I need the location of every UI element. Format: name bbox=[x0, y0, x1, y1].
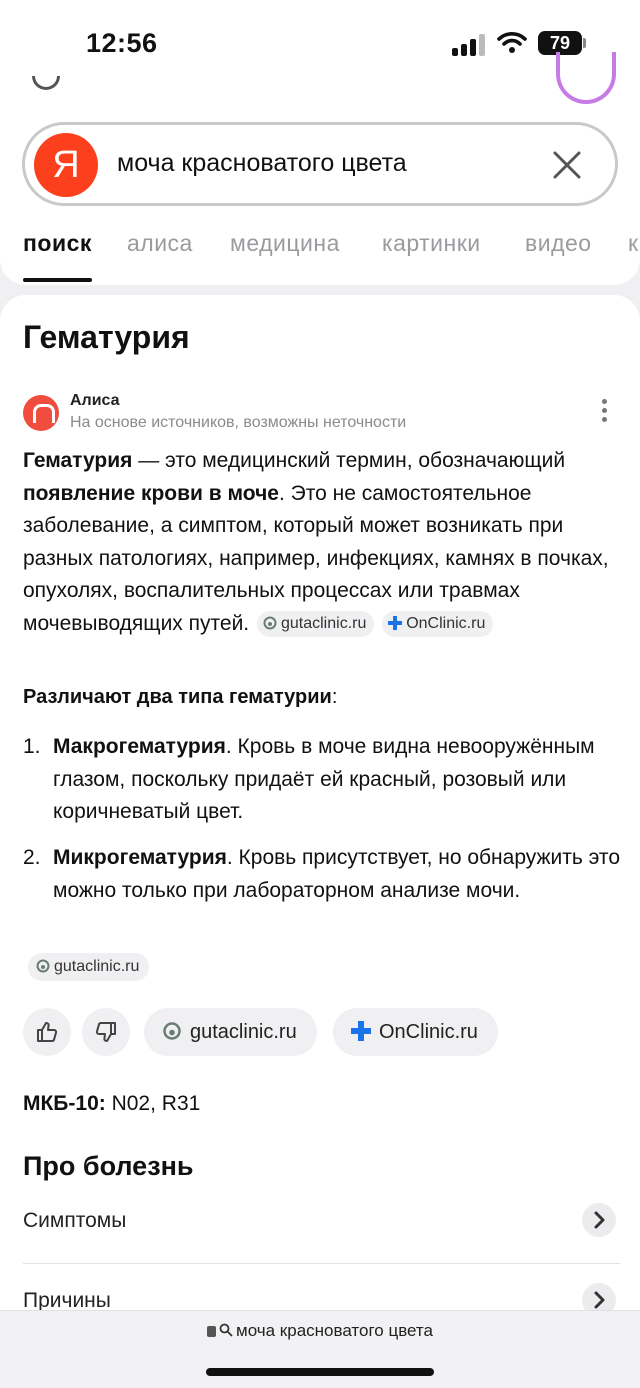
battery-tip bbox=[583, 38, 586, 48]
types-heading: Различают два типа гематурии: bbox=[23, 686, 338, 708]
more-options-icon[interactable] bbox=[600, 399, 608, 425]
thumbs-down-icon bbox=[95, 1022, 116, 1042]
source-chip-onclinic[interactable]: OnClinic.ru bbox=[382, 610, 494, 637]
tab-video[interactable]: видео bbox=[525, 230, 592, 257]
list-term: Макрогематурия bbox=[53, 735, 226, 758]
page-title: Гематурия bbox=[23, 319, 190, 355]
status-bar: 12:56 79 bbox=[0, 0, 640, 90]
search-icon bbox=[219, 1323, 233, 1337]
answer-source-note: На основе источников, возможны неточност… bbox=[70, 414, 407, 431]
yandex-logo-icon[interactable]: Я bbox=[34, 133, 98, 197]
home-indicator[interactable] bbox=[206, 1368, 434, 1376]
status-time: 12:56 bbox=[86, 28, 158, 58]
tab-alisa[interactable]: алиса bbox=[127, 230, 193, 257]
thumbs-up-icon bbox=[37, 1022, 58, 1042]
list-term: Микрогематурия bbox=[53, 846, 227, 869]
avatar[interactable] bbox=[556, 52, 616, 104]
search-query-text[interactable]: моча красноватого цвета bbox=[117, 149, 407, 178]
source-chip-label: gutaclinic.ru bbox=[280, 614, 367, 632]
answer-text-1: — это медицинский термин, обозначающий bbox=[132, 449, 566, 472]
lock-icon bbox=[207, 1326, 216, 1337]
browser-address-bar[interactable]: моча красноватого цвета bbox=[0, 1310, 640, 1388]
feedback-row: gutaclinic.ru OnClinic.ru bbox=[23, 1008, 623, 1056]
address-text[interactable]: моча красноватого цвета bbox=[0, 1321, 640, 1341]
tab-medicine[interactable]: медицина bbox=[230, 230, 340, 257]
section-title: Про болезнь bbox=[23, 1151, 194, 1181]
search-input[interactable]: Я моча красноватого цвета bbox=[22, 122, 618, 206]
search-tabs: поиск алиса медицина картинки видео к bbox=[0, 230, 640, 285]
dislike-button[interactable] bbox=[82, 1008, 130, 1056]
answer-highlight: появление крови в моче bbox=[23, 481, 279, 505]
row-label: Симптомы bbox=[23, 1209, 127, 1232]
alisa-logo-icon bbox=[23, 395, 59, 431]
source-chip-gutaclinic[interactable]: gutaclinic.ru bbox=[256, 610, 375, 637]
active-tab-indicator bbox=[23, 278, 92, 282]
list-number: 1. bbox=[23, 735, 41, 758]
wifi-icon bbox=[497, 32, 527, 53]
source-button-onclinic[interactable]: OnClinic.ru bbox=[333, 1008, 498, 1056]
chevron-right-icon bbox=[582, 1203, 616, 1237]
tab-more[interactable]: к bbox=[628, 230, 639, 257]
source-button-gutaclinic[interactable]: gutaclinic.ru bbox=[144, 1008, 317, 1056]
answer-source-name: Алиса bbox=[70, 392, 120, 409]
tab-images[interactable]: картинки bbox=[382, 230, 481, 257]
like-button[interactable] bbox=[23, 1008, 71, 1056]
list-number: 2. bbox=[23, 846, 41, 869]
plus-cross-icon bbox=[351, 1021, 371, 1041]
source-chip-gutaclinic[interactable]: gutaclinic.ru bbox=[28, 953, 150, 981]
icd-code: МКБ-10: N02, R31 bbox=[23, 1092, 201, 1115]
tab-search[interactable]: поиск bbox=[23, 230, 92, 257]
close-icon[interactable] bbox=[549, 147, 585, 183]
source-chip-label: OnClinic.ru bbox=[406, 614, 486, 632]
plus-cross-icon bbox=[388, 615, 403, 630]
answer-term: Гематурия bbox=[23, 449, 133, 472]
gutaclinic-icon bbox=[163, 1022, 181, 1040]
cellular-signal-icon bbox=[452, 34, 488, 56]
gutaclinic-icon bbox=[263, 616, 277, 629]
answer-paragraph: Гематурия — это медицинский термин, обоз… bbox=[23, 445, 623, 640]
result-card: Гематурия Алиса На основе источников, во… bbox=[0, 295, 640, 1388]
search-header: Я моча красноватого цвета поиск алиса ме… bbox=[0, 52, 640, 285]
disease-row-symptoms[interactable]: Симптомы bbox=[23, 1193, 620, 1253]
divider bbox=[23, 1263, 620, 1264]
gutaclinic-icon bbox=[36, 959, 50, 973]
